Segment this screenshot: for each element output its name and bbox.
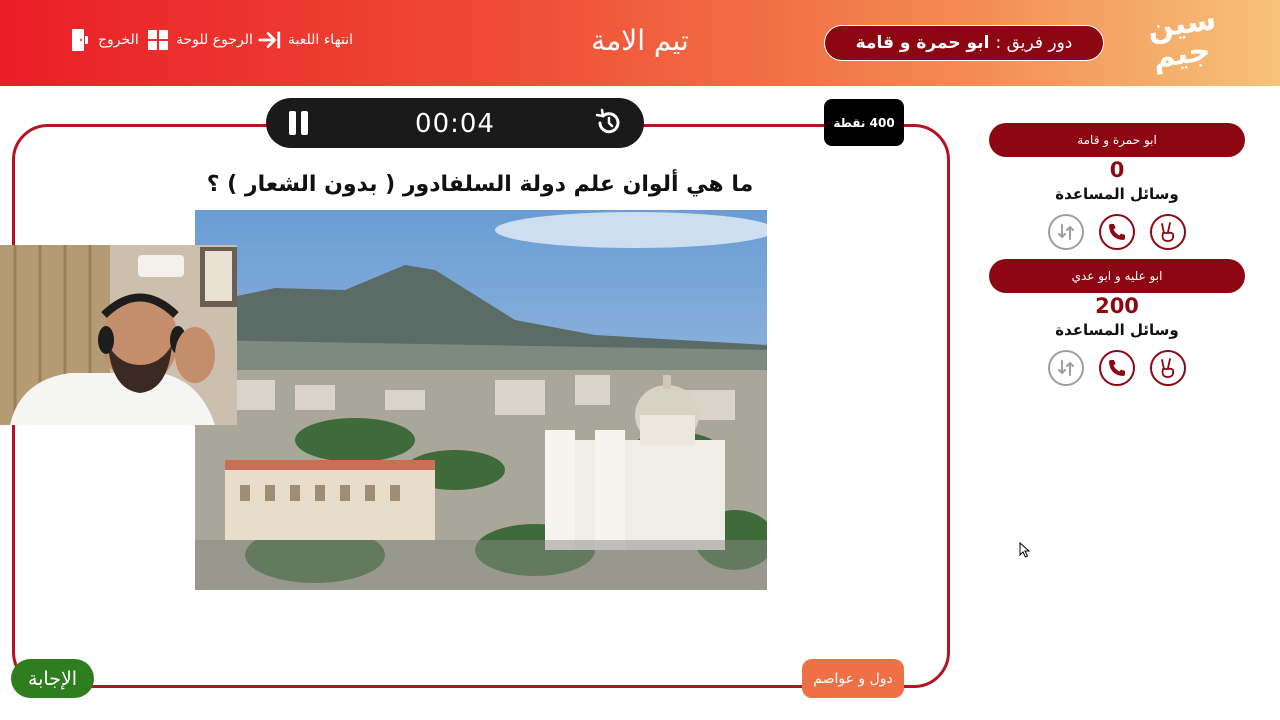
aids-label: وسائل المساعدة — [1055, 321, 1179, 339]
end-game-label: انتهاء اللعبة — [288, 32, 354, 48]
reset-timer-icon[interactable] — [594, 108, 624, 138]
back-to-board-button[interactable]: الرجوع للوحة — [146, 28, 253, 52]
swap-question-icon[interactable] — [1048, 350, 1084, 386]
team-name-pill: ابو حمرة و قامة — [989, 123, 1245, 157]
exit-label: الخروج — [98, 32, 139, 48]
team-score: 0 — [1109, 158, 1125, 182]
turn-label: دور فريق : — [995, 33, 1073, 53]
webcam-overlay — [0, 245, 237, 425]
turn-team-name: ابو حمرة و قامة — [855, 33, 990, 53]
end-game-button[interactable]: انتهاء اللعبة — [258, 28, 353, 52]
phone-call-icon[interactable] — [1099, 214, 1135, 250]
exit-button[interactable]: الخروج — [68, 28, 139, 52]
double-answer-icon[interactable] — [1150, 350, 1186, 386]
aids-label: وسائل المساعدة — [1055, 185, 1179, 203]
reveal-answer-button[interactable]: الإجابة — [11, 659, 94, 698]
team-name-pill: ابو عليه و ابو عدي — [989, 259, 1245, 293]
back-to-board-label: الرجوع للوحة — [176, 32, 253, 48]
door-exit-icon — [68, 28, 92, 52]
app-logo: سين جيم — [1145, 2, 1218, 80]
question-text: ما هي ألوان علم دولة السلفادور ( بدون ال… — [206, 172, 754, 197]
timer-bar: 00:04 — [266, 98, 644, 148]
logo-text-bottom: جيم — [1150, 33, 1213, 76]
category-badge: دول و عواصم — [802, 659, 904, 698]
question-image — [195, 210, 767, 590]
mouse-cursor-icon — [1019, 541, 1031, 558]
swap-question-icon[interactable] — [1048, 214, 1084, 250]
double-answer-icon[interactable] — [1150, 214, 1186, 250]
grid-icon — [146, 28, 170, 52]
game-title: تيم الامة — [591, 24, 689, 57]
current-turn-indicator: دور فريق : ابو حمرة و قامة — [824, 25, 1104, 61]
phone-call-icon[interactable] — [1099, 350, 1135, 386]
points-badge: 400 نقطة — [824, 99, 904, 146]
arrow-to-line-icon — [258, 28, 282, 52]
top-header: سين جيم دور فريق : ابو حمرة و قامة تيم ا… — [0, 0, 1280, 86]
timer-display: 00:04 — [415, 109, 495, 139]
team-score: 200 — [1095, 294, 1139, 318]
